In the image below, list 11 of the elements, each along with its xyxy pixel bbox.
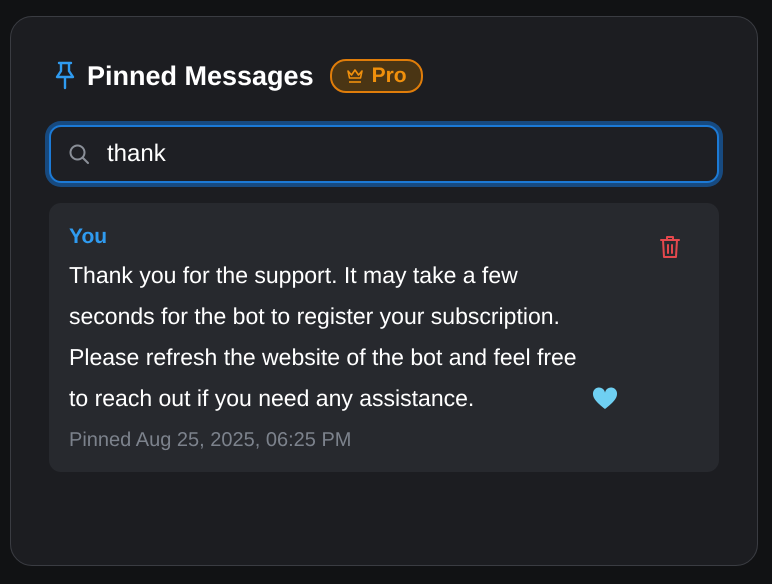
search-icon (67, 142, 91, 166)
pin-icon (53, 60, 77, 92)
pro-badge: Pro (330, 59, 423, 93)
heart-icon (592, 387, 618, 411)
trash-icon (659, 235, 681, 259)
search-field[interactable]: thank (49, 125, 719, 183)
panel-title: Pinned Messages (87, 60, 314, 92)
message-text: Thank you for the support. It may take a few seconds for the bot to register your subscription. Please refresh the website of the bot and feel free to reach out if you need any assistance. (69, 261, 578, 413)
crown-icon (346, 68, 364, 84)
message-author: You (69, 225, 108, 249)
pinned-time: Pinned Aug 25, 2025, 06:25 PM (69, 429, 352, 452)
